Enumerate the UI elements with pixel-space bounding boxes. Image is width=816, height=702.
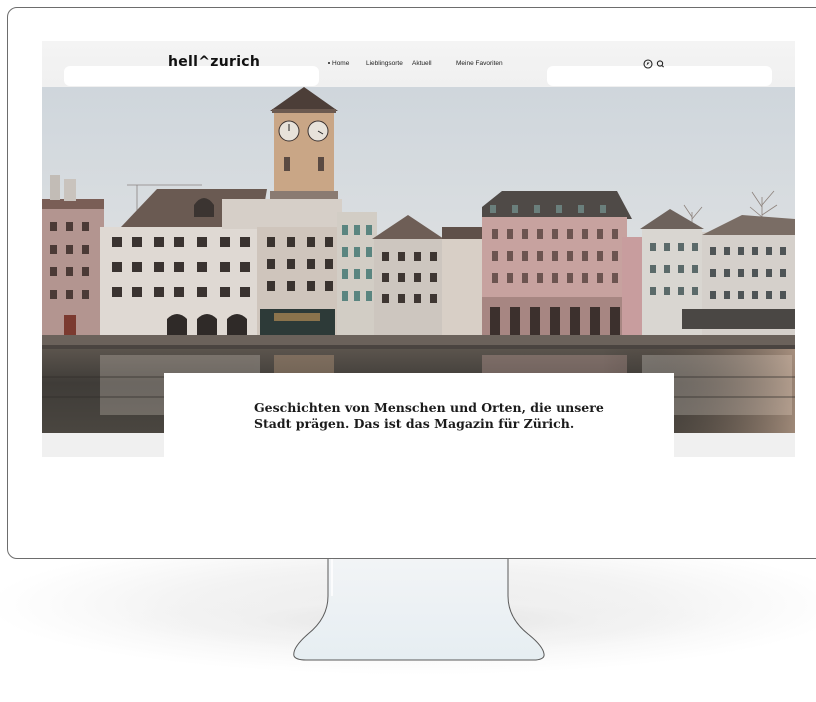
nav-item-aktuell[interactable]: Aktuell: [412, 60, 432, 67]
header-icons: [643, 57, 683, 69]
monitor-stand: [292, 556, 546, 662]
site-header: hell^zurich Home Lieblingsorte Aktuell M…: [42, 41, 795, 87]
nav-item-favoriten[interactable]: Meine Favoriten: [456, 60, 503, 67]
active-dot-icon: [328, 62, 330, 65]
nav-home-label: Home: [332, 60, 350, 67]
tagline-line-2: Stadt prägen. Das ist das Magazin für Zü…: [254, 416, 575, 431]
browser-screen: hell^zurich Home Lieblingsorte Aktuell M…: [42, 41, 795, 457]
compass-icon[interactable]: [643, 59, 653, 69]
site-logo[interactable]: hell^zurich: [168, 54, 260, 70]
tagline-line-1: Geschichten von Menschen und Orten, die …: [254, 400, 604, 415]
search-icon[interactable]: [656, 60, 664, 68]
nav-item-home[interactable]: Home: [328, 60, 349, 67]
nav-item-lieblingsorte[interactable]: Lieblingsorte: [366, 60, 403, 67]
mockup-stage: hell^zurich Home Lieblingsorte Aktuell M…: [0, 0, 816, 702]
intro-tagline: Geschichten von Menschen und Orten, die …: [254, 400, 654, 432]
intro-card: Geschichten von Menschen und Orten, die …: [164, 373, 674, 457]
